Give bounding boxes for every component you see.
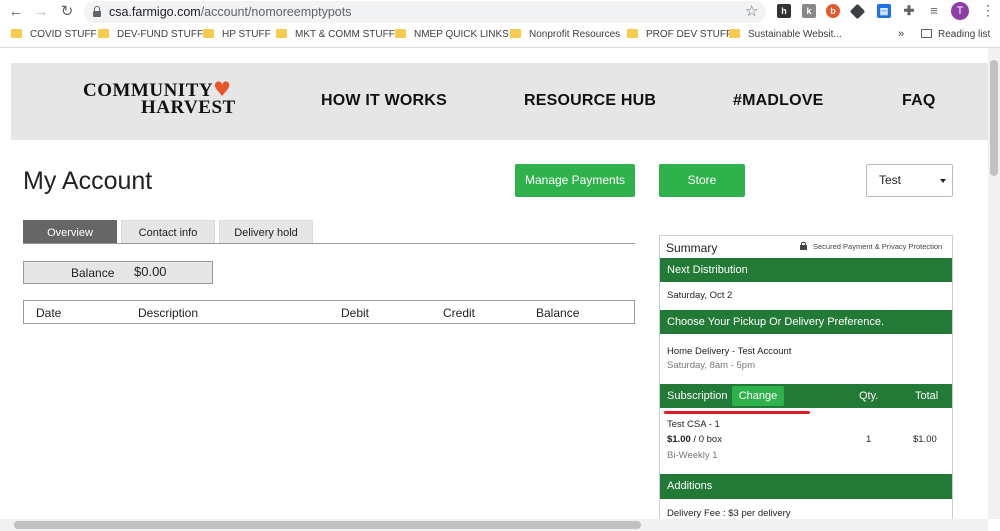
- subscription-item-qty: 1: [866, 434, 872, 445]
- change-subscription-button[interactable]: Change: [732, 386, 784, 406]
- extension-icon[interactable]: b: [826, 4, 840, 18]
- page-content: COMMUNITY♥ HARVEST HOW IT WORKS RESOURCE…: [0, 48, 988, 519]
- lock-icon: [93, 6, 101, 17]
- site-header: COMMUNITY♥ HARVEST HOW IT WORKS RESOURCE…: [11, 63, 988, 140]
- community-harvest-logo[interactable]: COMMUNITY♥ HARVEST: [83, 79, 236, 117]
- lock-icon: [800, 242, 807, 250]
- bookmark-folder[interactable]: COVID STUFF: [11, 29, 97, 40]
- reload-icon[interactable]: ↻: [57, 3, 77, 21]
- pickup-preference-header[interactable]: Choose Your Pickup Or Delivery Preferenc…: [660, 310, 952, 334]
- reading-list-button[interactable]: Reading list: [921, 29, 990, 40]
- folder-icon: [203, 29, 214, 38]
- subscription-header: Subscription Change Qty. Total: [660, 384, 952, 408]
- extension-icon[interactable]: [849, 3, 866, 20]
- bookmark-folder[interactable]: MKT & COMM STUFF: [276, 29, 395, 40]
- next-distribution-date: Saturday, Oct 2: [667, 290, 733, 301]
- tab-divider: [23, 243, 635, 244]
- delivery-time: Saturday, 8am - 5pm: [667, 360, 756, 371]
- bookmarks-more-icon[interactable]: »: [898, 28, 904, 40]
- horizontal-scrollbar[interactable]: [0, 519, 988, 531]
- nav-resource-hub[interactable]: RESOURCE HUB: [524, 92, 656, 110]
- subscription-label: Subscription: [667, 390, 728, 402]
- browser-toolbar: ← → ↻ csa.farmigo.com/account/nomoreempt…: [0, 0, 1000, 24]
- red-highlight-underline: [664, 411, 810, 414]
- folder-icon: [395, 29, 406, 38]
- profile-avatar[interactable]: T: [951, 2, 969, 20]
- ledger-table-header: Date Description Debit Credit Balance: [23, 300, 635, 324]
- folder-icon: [11, 29, 22, 38]
- nav-faq[interactable]: FAQ: [902, 92, 936, 110]
- reading-list-icon: [921, 29, 932, 38]
- vertical-scrollbar[interactable]: [988, 48, 1000, 519]
- chevron-down-icon: [940, 179, 946, 183]
- folder-icon: [627, 29, 638, 38]
- extension-icon[interactable]: k: [802, 4, 816, 18]
- page-title: My Account: [23, 167, 153, 195]
- total-header: Total: [915, 390, 939, 402]
- scrollbar-thumb[interactable]: [14, 521, 641, 529]
- bookmark-folder[interactable]: Sustainable Websit...: [729, 29, 842, 40]
- store-button[interactable]: Store: [659, 164, 745, 197]
- back-arrow-icon[interactable]: ←: [6, 3, 26, 21]
- bookmark-folder[interactable]: HP STUFF: [203, 29, 271, 40]
- qty-header: Qty.: [859, 390, 879, 402]
- next-distribution-header: Next Distribution: [660, 258, 952, 282]
- manage-payments-button[interactable]: Manage Payments: [515, 164, 635, 197]
- subscription-item-name: Test CSA - 1: [667, 419, 720, 430]
- secure-note: Secured Payment & Privacy Protection: [800, 242, 942, 251]
- bookmark-star-icon[interactable]: ☆: [745, 2, 758, 20]
- column-header-credit: Credit: [443, 306, 476, 320]
- delivery-fee: Delivery Fee : $3 per delivery: [667, 508, 791, 519]
- balance-box: Balance $0.00: [23, 261, 213, 284]
- folder-icon: [98, 29, 109, 38]
- delivery-name: Home Delivery - Test Account: [667, 346, 792, 357]
- tab-delivery-hold[interactable]: Delivery hold: [219, 220, 313, 244]
- tab-contact-info[interactable]: Contact info: [121, 220, 215, 244]
- account-select[interactable]: Test: [866, 164, 953, 197]
- summary-panel: Summary Secured Payment & Privacy Protec…: [659, 235, 953, 519]
- bookmark-folder[interactable]: PROF DEV STUFF: [627, 29, 732, 40]
- folder-icon: [276, 29, 287, 38]
- url-text: csa.farmigo.com/account/nomoreemptypots: [109, 5, 352, 19]
- bookmarks-bar: COVID STUFF DEV-FUND STUFF HP STUFF MKT …: [0, 24, 1000, 48]
- bookmark-folder[interactable]: DEV-FUND STUFF: [98, 29, 203, 40]
- forward-arrow-icon[interactable]: →: [31, 3, 51, 21]
- extension-icon[interactable]: ▤: [877, 4, 891, 18]
- column-header-debit: Debit: [341, 306, 370, 320]
- media-controls-icon[interactable]: ≡: [927, 4, 941, 18]
- additions-header: Additions: [660, 474, 952, 499]
- menu-kebab-icon[interactable]: ⋮: [981, 2, 995, 19]
- balance-amount: $0.00: [134, 264, 167, 279]
- address-bar[interactable]: csa.farmigo.com/account/nomoreemptypots: [84, 1, 766, 23]
- extension-icon[interactable]: h: [777, 4, 791, 18]
- subscription-item-frequency: Bi-Weekly 1: [667, 450, 718, 461]
- column-header-description: Description: [138, 306, 199, 320]
- nav-madlove[interactable]: #MADLOVE: [733, 92, 824, 110]
- scrollbar-thumb[interactable]: [990, 60, 998, 176]
- puzzle-extensions-icon[interactable]: ✚: [902, 4, 916, 18]
- balance-label: Balance: [71, 266, 115, 280]
- summary-title: Summary: [666, 241, 718, 255]
- subscription-item-price: $1.00 / 0 box: [667, 434, 722, 445]
- folder-icon: [729, 29, 740, 38]
- column-header-date: Date: [36, 306, 62, 320]
- folder-icon: [510, 29, 521, 38]
- column-header-balance: Balance: [536, 306, 580, 320]
- bookmark-folder[interactable]: NMEP QUICK LINKS: [395, 29, 509, 40]
- nav-how-it-works[interactable]: HOW IT WORKS: [321, 92, 447, 110]
- subscription-item-total: $1.00: [913, 434, 937, 445]
- tab-overview[interactable]: Overview: [23, 220, 117, 244]
- bookmark-folder[interactable]: Nonprofit Resources: [510, 29, 620, 40]
